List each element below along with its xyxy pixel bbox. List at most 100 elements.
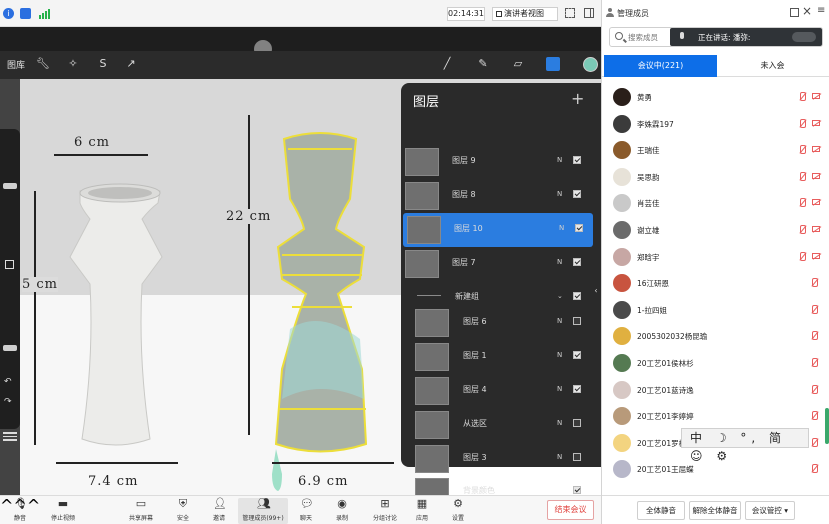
network-signal-icon[interactable] (39, 8, 51, 19)
layer-visibility-checkbox[interactable] (573, 317, 581, 325)
blend-mode[interactable]: N (557, 351, 562, 359)
scrollbar[interactable] (825, 408, 829, 444)
camera-off-icon[interactable] (812, 93, 820, 99)
smudge-icon[interactable]: ✎ (476, 57, 490, 71)
add-layer-icon[interactable]: + (571, 89, 584, 108)
mic-muted-icon[interactable] (810, 304, 818, 315)
chat-button[interactable]: 💬︎ 聊天 (286, 498, 326, 524)
mic-muted-icon[interactable] (798, 145, 806, 155)
participant-row[interactable]: 王瑞佳 (602, 137, 829, 164)
sidebar-toggle-icon[interactable] (584, 8, 594, 18)
record-button[interactable]: ◉ 录制 (322, 498, 362, 524)
layer-visibility-checkbox[interactable] (573, 292, 581, 300)
layer-visibility-checkbox[interactable] (573, 258, 581, 266)
transform-icon[interactable]: ↗ (124, 57, 138, 71)
layer-row[interactable]: 图层 3 N (401, 442, 601, 476)
mic-muted-icon[interactable] (798, 198, 806, 208)
blend-mode[interactable]: N (557, 453, 562, 461)
mic-button[interactable]: 🎙︎ 静音 (0, 498, 40, 524)
participant-row[interactable]: 李姝霖197 (602, 111, 829, 138)
adjustments-icon[interactable]: ✧ (66, 57, 80, 71)
camera-off-icon[interactable] (812, 146, 820, 153)
popout-icon[interactable] (790, 8, 799, 17)
mic-muted-icon[interactable] (798, 118, 806, 129)
layer-visibility-checkbox[interactable] (573, 486, 581, 494)
color-swatch[interactable] (583, 57, 598, 72)
mic-muted-icon[interactable] (798, 92, 806, 102)
camera-off-icon[interactable] (812, 252, 820, 259)
close-icon[interactable]: × (802, 4, 812, 18)
mic-muted-icon[interactable] (798, 251, 806, 262)
layer-visibility-checkbox[interactable] (573, 351, 581, 359)
breakout-button[interactable]: ⊞ 分组讨论 (365, 498, 405, 524)
layer-row[interactable]: 图层 6 N (401, 306, 601, 340)
participant-row[interactable]: 谢立雄 (602, 217, 829, 244)
video-button[interactable]: ▬ 停止视频 (43, 498, 83, 524)
wrench-icon[interactable]: 🔧︎ (36, 57, 50, 71)
participant-row[interactable]: 肖芸佳 (602, 190, 829, 217)
mic-muted-icon[interactable] (798, 224, 806, 235)
ime-toolbar[interactable]: 中 ☽ °, 简 ☺ ⚙ (681, 428, 809, 463)
layer-row[interactable]: 图层 1 N (401, 340, 601, 374)
brush-size-slider[interactable] (3, 183, 17, 189)
chevron-down-icon[interactable]: ⌄ (557, 292, 563, 300)
participant-row[interactable]: 20工艺01李婷婷 (602, 403, 829, 430)
apps-button[interactable]: ▦ 应用 (402, 498, 442, 524)
mic-muted-icon[interactable] (810, 357, 818, 368)
layer-row[interactable]: 图层 9 N (401, 145, 601, 179)
layers-icon[interactable] (546, 57, 560, 71)
gear-button[interactable]: ⚙ 设置 (438, 498, 478, 524)
layer-row[interactable]: 图层 8 N (401, 179, 601, 213)
blend-mode[interactable]: N (557, 156, 562, 164)
blend-mode[interactable]: N (557, 317, 562, 325)
blend-mode[interactable]: N (557, 190, 562, 198)
blend-mode[interactable]: N (557, 258, 562, 266)
selection-icon[interactable]: S (96, 57, 110, 71)
layer-visibility-checkbox[interactable] (573, 419, 581, 427)
layer-visibility-checkbox[interactable] (573, 453, 581, 461)
participant-row[interactable]: 吴思韵 (602, 164, 829, 191)
participant-row[interactable]: 20工艺01侯林杉 (602, 350, 829, 377)
mute-all-button[interactable]: 全体静音 (637, 501, 685, 520)
security-shield-icon[interactable] (20, 8, 31, 19)
mic-muted-icon[interactable] (798, 171, 806, 182)
info-icon[interactable]: i (3, 8, 14, 19)
view-mode-select[interactable]: 演讲者视图 (492, 7, 558, 21)
layer-visibility-checkbox[interactable] (573, 190, 581, 198)
mic-muted-icon[interactable] (810, 464, 818, 474)
eraser-icon[interactable]: ▱ (511, 57, 525, 71)
member-search-input[interactable] (628, 31, 668, 43)
share-screen-button[interactable]: ▭ 共享屏幕 (121, 498, 161, 524)
participant-row[interactable]: 2005302032杨昆瑜 (602, 323, 829, 350)
camera-off-icon[interactable] (812, 172, 820, 179)
layer-row[interactable]: 从选区 N (401, 408, 601, 442)
more-icon[interactable]: ≡ (817, 5, 825, 16)
gallery-button[interactable]: 图库 (7, 58, 25, 71)
participant-row[interactable]: 16江研恩 (602, 270, 829, 297)
layer-visibility-checkbox[interactable] (573, 156, 581, 164)
unmute-all-button[interactable]: 解除全体静音 (689, 501, 741, 520)
participant-row[interactable]: 黄勇 (602, 84, 829, 111)
brush-icon[interactable]: ╱ (440, 57, 454, 71)
fullscreen-icon[interactable] (565, 8, 575, 18)
mic-muted-icon[interactable] (810, 437, 818, 448)
tab-not-joined[interactable]: 未入会 (717, 55, 828, 77)
end-meeting-button[interactable]: 结束会议 (547, 500, 594, 520)
camera-off-icon[interactable] (812, 225, 820, 232)
menu-icon[interactable] (3, 430, 17, 442)
collapse-panel-icon[interactable]: ‹ (591, 277, 601, 305)
modify-button[interactable] (5, 260, 14, 269)
opacity-slider[interactable] (3, 345, 17, 351)
members-button[interactable]: 👥︎ 管理成员(99+) (238, 498, 288, 524)
layer-row[interactable]: 图层 7 N (401, 247, 601, 281)
blend-mode[interactable]: N (557, 419, 562, 427)
mic-muted-icon[interactable] (810, 384, 818, 395)
layer-row[interactable]: 背景颜色 (401, 475, 601, 495)
layer-visibility-checkbox[interactable] (575, 224, 583, 232)
redo-icon[interactable]: ↷ (4, 397, 12, 407)
participant-row[interactable]: 1-拉四姐 (602, 297, 829, 324)
layer-row[interactable]: 图层 4 N (401, 374, 601, 408)
participant-row[interactable]: 20工艺01蓝诗逸 (602, 377, 829, 404)
blend-mode[interactable]: N (557, 385, 562, 393)
layer-visibility-checkbox[interactable] (573, 385, 581, 393)
